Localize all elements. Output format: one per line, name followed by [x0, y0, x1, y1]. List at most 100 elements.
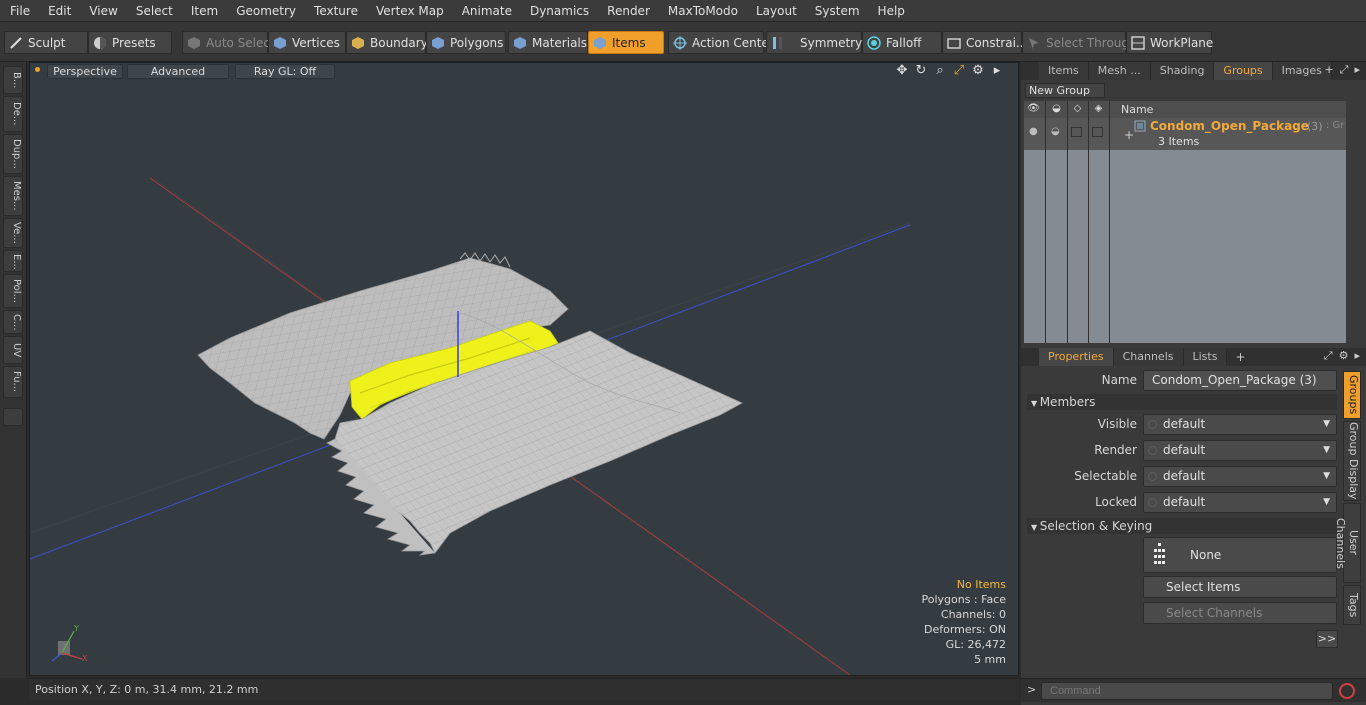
- tab-mesh[interactable]: Mesh ...: [1088, 62, 1151, 80]
- select-channels-button[interactable]: Select Channels: [1143, 602, 1337, 624]
- name-field[interactable]: Condom_Open_Package (3): [1143, 370, 1337, 391]
- workplane-button[interactable]: WorkPlane: [1126, 31, 1213, 54]
- more-button[interactable]: >>: [1316, 630, 1338, 648]
- tab-images[interactable]: Images: [1272, 62, 1332, 80]
- groups-empty-area[interactable]: [1024, 150, 1346, 343]
- menu-texture[interactable]: Texture: [304, 0, 366, 22]
- 3d-viewport[interactable]: Y X Perspective Advanced Ray GL: Off ✥ ↻…: [29, 62, 1019, 676]
- menu-geometry[interactable]: Geometry: [226, 0, 304, 22]
- move-view-icon[interactable]: ✥: [895, 64, 909, 78]
- render-dropdown[interactable]: default ▼: [1143, 440, 1337, 461]
- viewport-header: Perspective Advanced Ray GL: Off ✥ ↻ ⌕ ⤢…: [30, 63, 1018, 80]
- left-tab-uv[interactable]: UV: [3, 336, 23, 364]
- new-group-button[interactable]: New Group: [1025, 83, 1105, 98]
- rotate-view-icon[interactable]: ↻: [914, 64, 928, 78]
- menu-dynamics[interactable]: Dynamics: [520, 0, 597, 22]
- presets-button[interactable]: Presets: [88, 31, 172, 54]
- viewport-settings-icon[interactable]: ⚙: [971, 64, 985, 78]
- menu-file[interactable]: File: [0, 0, 38, 22]
- left-tab-duplicate[interactable]: Dup...: [3, 134, 23, 174]
- locked-dropdown[interactable]: default ▼: [1143, 492, 1337, 513]
- fit-view-icon[interactable]: ⤢: [952, 64, 966, 78]
- menu-bar: File Edit View Select Item Geometry Text…: [0, 0, 1366, 22]
- tab-items[interactable]: Items: [1039, 62, 1089, 80]
- svg-text:X: X: [82, 654, 88, 663]
- zoom-view-icon[interactable]: ⌕: [933, 64, 947, 78]
- name-label: Name: [1101, 373, 1137, 387]
- left-tab-edge[interactable]: E...: [3, 250, 23, 272]
- items-button[interactable]: Items: [588, 31, 664, 54]
- crosshair-icon: [673, 35, 687, 50]
- menu-select[interactable]: Select: [126, 0, 181, 22]
- side-tab-groups[interactable]: Groups: [1343, 371, 1361, 419]
- falloff-button[interactable]: Falloff: [862, 31, 942, 54]
- chevron-down-icon: ▼: [1323, 471, 1330, 481]
- members-section[interactable]: ▼ Members: [1027, 394, 1337, 410]
- symmetry-icon: [771, 36, 785, 50]
- left-tab-basic[interactable]: B...: [3, 66, 23, 94]
- deformers-info: Deformers: ON: [924, 623, 1006, 636]
- panel-handle: [1021, 62, 1039, 80]
- row-select-checkbox[interactable]: [1071, 127, 1082, 137]
- menu-help[interactable]: Help: [868, 0, 913, 22]
- presets-icon: [93, 36, 107, 50]
- polygons-button[interactable]: Polygons: [426, 31, 506, 54]
- menu-maxtomodo[interactable]: MaxToModo: [658, 0, 746, 22]
- shading-mode-dropdown[interactable]: Advanced: [127, 64, 229, 79]
- side-tab-tags[interactable]: Tags: [1343, 585, 1361, 625]
- command-input[interactable]: [1041, 682, 1333, 700]
- status-bar: Position X, Y, Z: 0 m, 31.4 mm, 21.2 mm: [29, 678, 1019, 700]
- raygl-toggle[interactable]: Ray GL: Off: [235, 64, 335, 79]
- group-row[interactable]: ● ◒ + Condom_Open_Package (3) : Gr ... 3…: [1024, 118, 1346, 150]
- menu-system[interactable]: System: [805, 0, 868, 22]
- keying-none-button[interactable]: None: [1143, 537, 1337, 573]
- tab-groups[interactable]: Groups: [1214, 62, 1273, 80]
- left-tab-fusion[interactable]: Fu...: [3, 366, 23, 398]
- viewport-expand-icon[interactable]: ▸: [990, 64, 1004, 78]
- record-icon[interactable]: [1339, 683, 1355, 699]
- side-tab-group-display[interactable]: Group Display: [1343, 421, 1361, 501]
- action-center-button[interactable]: Action Center: [668, 31, 774, 54]
- menu-item[interactable]: Item: [181, 0, 226, 22]
- vertices-button[interactable]: Vertices 1: [268, 31, 352, 54]
- menu-layout[interactable]: Layout: [746, 0, 805, 22]
- group-count: (3): [1307, 120, 1323, 133]
- materials-button[interactable]: Materials: [508, 31, 588, 54]
- constraints-button[interactable]: Constrai...: [942, 31, 1027, 54]
- auto-select-button[interactable]: Auto Select: [182, 31, 275, 54]
- render-label: Render: [1094, 443, 1137, 457]
- boundary-button[interactable]: Boundary: [346, 31, 428, 54]
- selection-keying-section[interactable]: ▼ Selection & Keying: [1027, 518, 1337, 534]
- sculpt-button[interactable]: Sculpt: [4, 31, 88, 54]
- render-knob-icon: [1148, 446, 1157, 455]
- tab-shading[interactable]: Shading: [1150, 62, 1215, 80]
- left-tab-vertex[interactable]: Ve...: [3, 218, 23, 248]
- group-suffix: : Gr ...: [1326, 120, 1346, 131]
- menu-animate[interactable]: Animate: [452, 0, 520, 22]
- left-tab-curve[interactable]: C...: [3, 310, 23, 334]
- left-tab-deform[interactable]: De...: [3, 96, 23, 132]
- menu-vertex-map[interactable]: Vertex Map: [366, 0, 452, 22]
- menu-render[interactable]: Render: [597, 0, 658, 22]
- left-tab-polygon[interactable]: Pol...: [3, 274, 23, 308]
- select-items-button[interactable]: Select Items: [1143, 576, 1337, 598]
- row-eye-icon[interactable]: ●: [1029, 126, 1038, 137]
- left-tab-extra[interactable]: [3, 408, 23, 426]
- selectable-dropdown[interactable]: default ▼: [1143, 466, 1337, 487]
- side-tab-user-channels[interactable]: User Channels: [1334, 503, 1361, 583]
- left-tab-mesh[interactable]: Mes...: [3, 176, 23, 216]
- menu-view[interactable]: View: [79, 0, 125, 22]
- expand-panel-icon[interactable]: ⤢: [1340, 63, 1349, 77]
- select-through-button[interactable]: Select Through: [1022, 31, 1137, 54]
- visible-dropdown[interactable]: default ▼: [1143, 414, 1337, 435]
- panel-menu-icon[interactable]: ▸: [1354, 63, 1360, 77]
- scene-canvas[interactable]: Y X: [30, 63, 1018, 675]
- menu-edit[interactable]: Edit: [38, 0, 79, 22]
- view-mode-dropdown[interactable]: Perspective: [47, 64, 123, 79]
- expand-row-icon[interactable]: +: [1124, 128, 1134, 142]
- row-lock-checkbox[interactable]: [1092, 127, 1103, 137]
- row-render-icon[interactable]: ◒: [1051, 126, 1060, 137]
- selection-info: No Items: [956, 578, 1006, 591]
- symmetry-button[interactable]: Symmetry: [766, 31, 862, 54]
- add-tab-icon[interactable]: +: [1324, 63, 1333, 77]
